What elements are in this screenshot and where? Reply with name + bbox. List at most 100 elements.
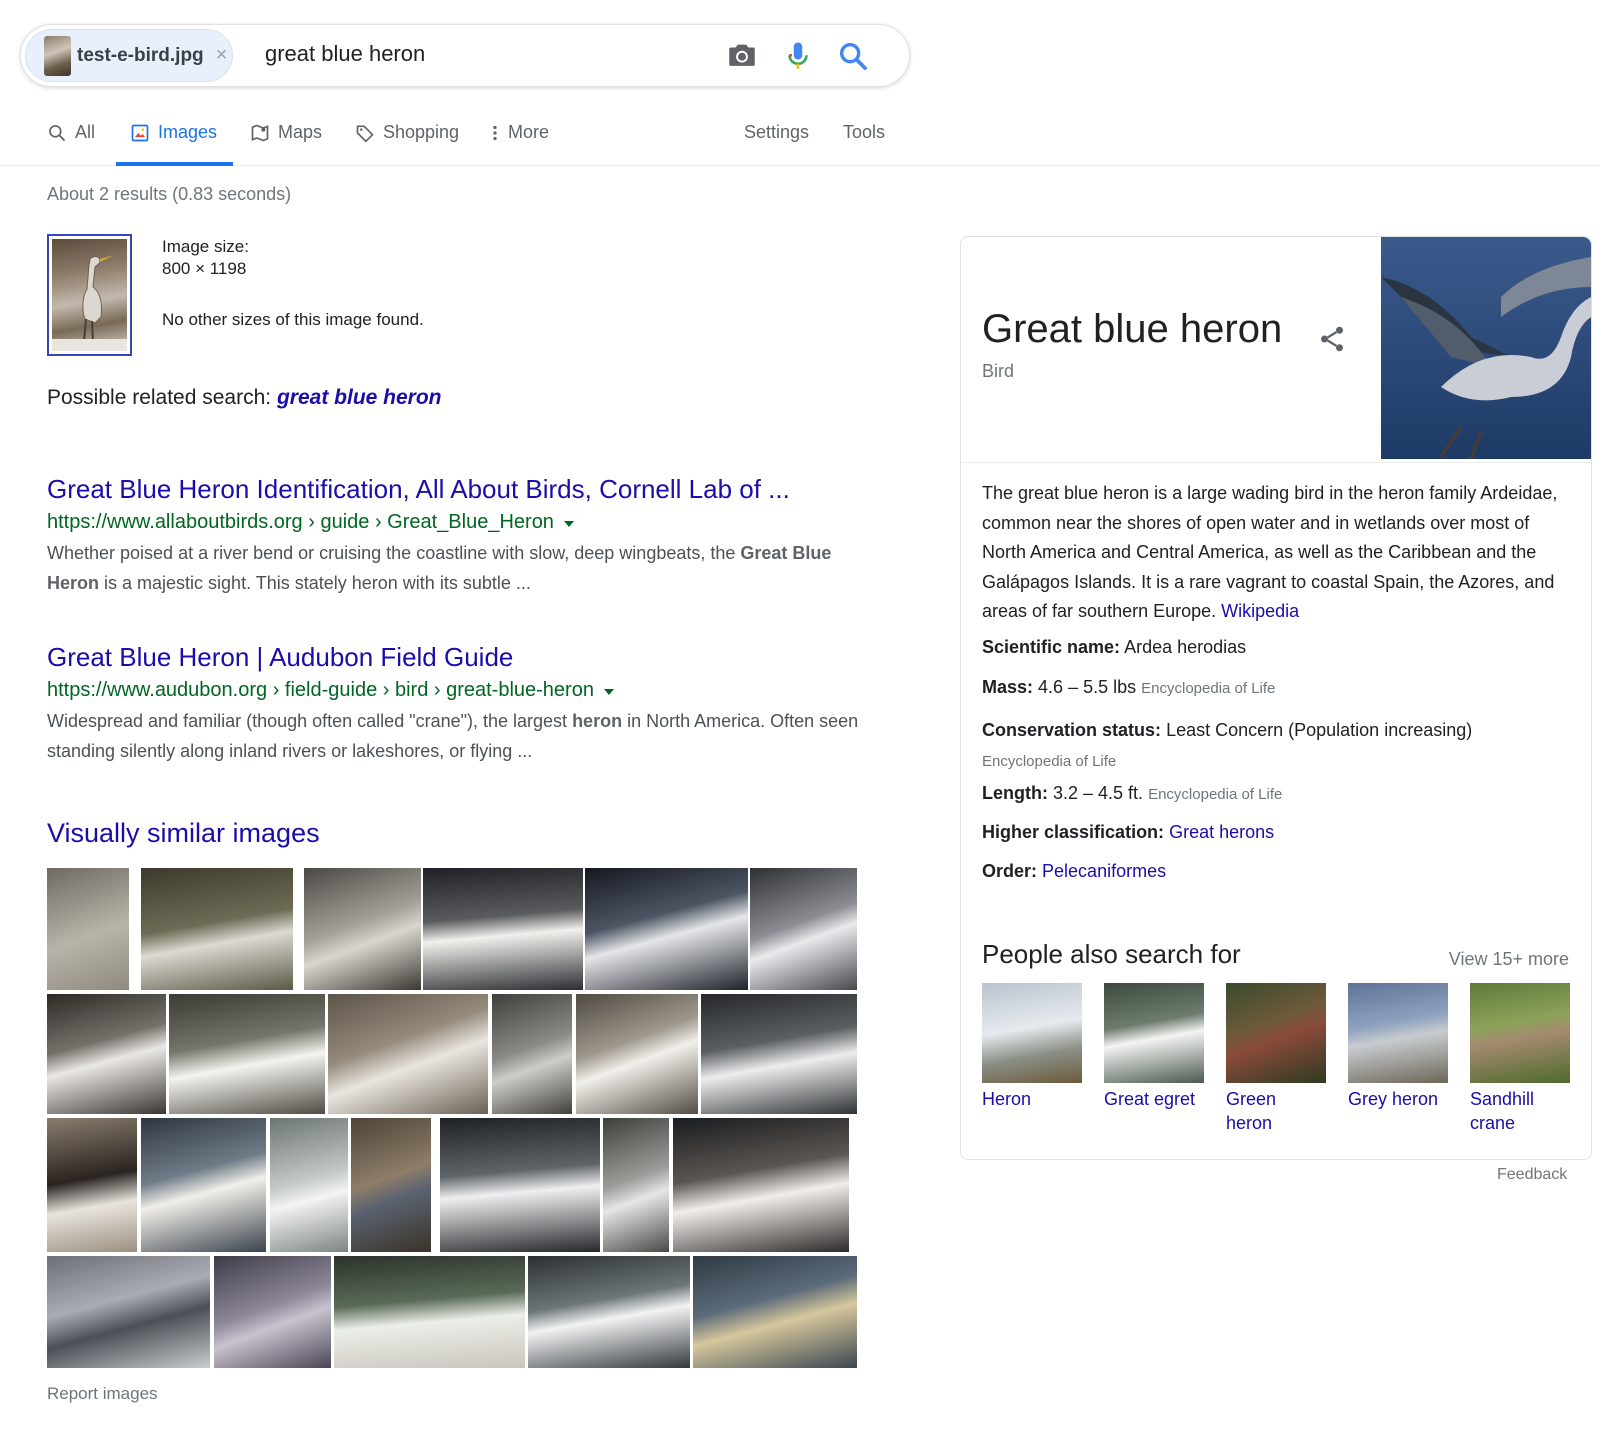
similar-image[interactable]	[47, 1118, 137, 1252]
result-url[interactable]: https://www.allaboutbirds.org › guide › …	[47, 511, 877, 534]
related-search-link[interactable]: great blue heron	[277, 386, 442, 409]
feedback-link[interactable]: Feedback	[1497, 1166, 1567, 1184]
fact-value-link[interactable]: Great herons	[1169, 822, 1274, 842]
similar-image[interactable]	[492, 994, 572, 1114]
fact-mass: Mass: 4.6 – 5.5 lbs Encyclopedia of Life	[982, 677, 1582, 698]
related-bird-label: Great egret	[1104, 1089, 1196, 1109]
similar-image[interactable]	[47, 994, 166, 1114]
dropdown-caret-icon[interactable]	[603, 689, 614, 695]
knowledge-panel-title: Great blue heron	[982, 307, 1283, 351]
fact-value: Ardea herodias	[1124, 637, 1247, 657]
fact-source[interactable]: Encyclopedia of Life	[1141, 680, 1275, 697]
result-url-text: https://www.audubon.org › field-guide › …	[47, 679, 594, 701]
image-size-value: 800 × 1198	[162, 259, 247, 278]
similar-image[interactable]	[585, 868, 748, 990]
search-result: Great Blue Heron | Audubon Field Guide h…	[47, 642, 877, 766]
fact-value-link[interactable]: Pelecaniformes	[1042, 861, 1166, 881]
tab-all[interactable]: All	[47, 122, 95, 166]
snippet-text: is a majestic sight. This stately heron …	[99, 573, 531, 593]
knowledge-panel-description: The great blue heron is a large wading b…	[982, 479, 1572, 627]
tab-maps[interactable]: Maps	[250, 122, 322, 166]
similar-image[interactable]	[603, 1118, 669, 1252]
related-bird-image	[1348, 983, 1448, 1083]
search-tabs: All Images Maps Shopping More Settings T…	[0, 112, 1600, 166]
fact-key: Higher classification:	[982, 822, 1165, 842]
fact-source[interactable]: Encyclopedia of Life	[1148, 786, 1282, 803]
fact-key: Scientific name:	[982, 637, 1121, 657]
similar-image[interactable]	[351, 1118, 431, 1252]
fact-higher-classification: Higher classification: Great herons	[982, 822, 1582, 843]
similar-image[interactable]	[47, 868, 129, 990]
result-title-link[interactable]: Great Blue Heron | Audubon Field Guide	[47, 642, 877, 673]
search-icon[interactable]	[836, 39, 870, 73]
similar-image[interactable]	[141, 1118, 266, 1252]
share-icon[interactable]	[1317, 323, 1347, 355]
fact-source[interactable]: Encyclopedia of Life	[982, 753, 1116, 770]
settings-link[interactable]: Settings	[744, 122, 809, 143]
search-result: Great Blue Heron Identification, All Abo…	[47, 474, 877, 598]
people-also-search-item[interactable]: Heron	[982, 983, 1082, 1111]
close-icon[interactable]: ×	[216, 44, 228, 67]
view-more-link[interactable]: View 15+ more	[1449, 949, 1569, 970]
query-image-thumbnail[interactable]	[47, 234, 132, 356]
fact-value: Least Concern (Population increasing)	[1166, 720, 1473, 740]
similar-image[interactable]	[270, 1118, 348, 1252]
similar-image[interactable]	[47, 1256, 210, 1368]
result-url-text: https://www.allaboutbirds.org › guide › …	[47, 511, 554, 533]
people-also-search-item[interactable]: Grey heron	[1348, 983, 1448, 1111]
similar-image[interactable]	[701, 994, 857, 1114]
similar-image[interactable]	[304, 868, 421, 990]
similar-image[interactable]	[334, 1256, 525, 1368]
tab-more[interactable]: More	[490, 122, 549, 166]
map-icon	[251, 124, 269, 142]
no-other-sizes-text: No other sizes of this image found.	[162, 310, 424, 329]
similar-image[interactable]	[673, 1118, 849, 1252]
related-bird-image	[1470, 983, 1570, 1083]
fact-length: Length: 3.2 – 4.5 ft. Encyclopedia of Li…	[982, 783, 1582, 804]
similar-image[interactable]	[440, 1118, 600, 1252]
tools-link[interactable]: Tools	[843, 122, 885, 143]
similar-image[interactable]	[214, 1256, 331, 1368]
knowledge-panel-subtitle: Bird	[982, 361, 1015, 381]
similar-image[interactable]	[169, 994, 325, 1114]
search-input[interactable]: great blue heron	[265, 41, 425, 67]
related-bird-label: Heron	[982, 1089, 1032, 1109]
search-bar: test-e-bird.jpg × great blue heron	[20, 24, 910, 87]
people-also-search-item[interactable]: Green heron	[1226, 983, 1326, 1135]
tab-shopping[interactable]: Shopping	[355, 122, 459, 166]
similar-image[interactable]	[141, 868, 293, 990]
similar-image[interactable]	[423, 868, 583, 990]
similar-image[interactable]	[328, 994, 488, 1114]
fact-key: Mass:	[982, 677, 1034, 697]
tab-label: Images	[158, 122, 218, 142]
camera-icon[interactable]	[725, 39, 759, 73]
result-stats: About 2 results (0.83 seconds)	[47, 184, 292, 204]
uploaded-image-thumbnail	[44, 35, 71, 76]
microphone-icon[interactable]	[781, 39, 815, 73]
result-title-link[interactable]: Great Blue Heron Identification, All Abo…	[47, 474, 877, 505]
uploaded-image-chip[interactable]: test-e-bird.jpg ×	[25, 29, 233, 82]
people-also-search-item[interactable]: Sandhill crane	[1470, 983, 1570, 1135]
similar-image[interactable]	[528, 1256, 690, 1368]
related-search: Possible related search: great blue hero…	[47, 386, 442, 410]
result-url[interactable]: https://www.audubon.org › field-guide › …	[47, 679, 877, 702]
heron-photo[interactable]	[1381, 237, 1591, 459]
result-snippet: Widespread and familiar (though often ca…	[47, 706, 877, 766]
report-images-link[interactable]: Report images	[47, 1384, 158, 1404]
fact-key: Conservation status:	[982, 720, 1162, 740]
related-search-prefix: Possible related search:	[47, 386, 272, 409]
flying-heron-image	[1381, 237, 1591, 459]
people-also-search-item[interactable]: Great egret	[1104, 983, 1204, 1111]
fact-key: Order:	[982, 861, 1038, 881]
tab-images[interactable]: Images	[116, 122, 234, 166]
visually-similar-heading[interactable]: Visually similar images	[47, 818, 320, 849]
similar-image[interactable]	[693, 1256, 857, 1368]
snippet-text: Widespread and familiar (though often ca…	[47, 711, 573, 731]
wikipedia-link[interactable]: Wikipedia	[1221, 601, 1299, 621]
result-snippet: Whether poised at a river bend or cruisi…	[47, 538, 877, 598]
similar-image[interactable]	[576, 994, 698, 1114]
heron-thumbnail-image	[52, 255, 127, 351]
dropdown-caret-icon[interactable]	[563, 521, 574, 527]
related-bird-image	[982, 983, 1082, 1083]
similar-image[interactable]	[750, 868, 857, 990]
